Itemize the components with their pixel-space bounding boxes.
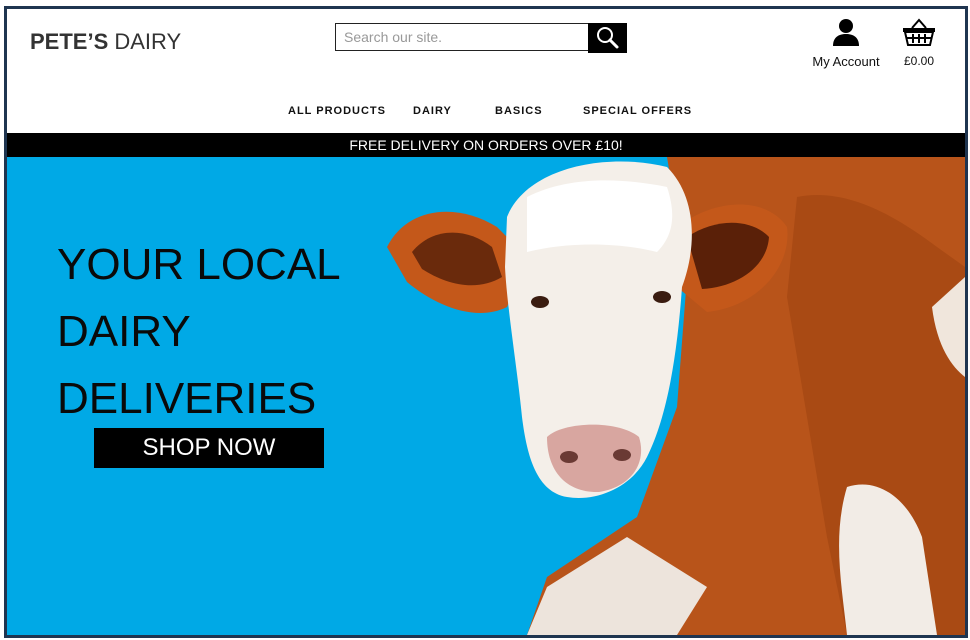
- search-icon: [597, 27, 619, 49]
- site-logo[interactable]: PETE’S DAIRY: [30, 29, 181, 55]
- my-account-label: My Account: [812, 54, 880, 69]
- basket-icon: [903, 18, 935, 46]
- nav-item-all-products[interactable]: ALL PRODUCTS: [288, 105, 386, 117]
- hero-headline-line-2: DAIRY: [57, 307, 191, 356]
- hero-section: YOUR LOCAL DAIRY DELIVERIES SHOP NOW: [7, 157, 965, 635]
- search-button[interactable]: [588, 23, 627, 53]
- promo-banner-text: FREE DELIVERY ON ORDERS OVER £10!: [349, 137, 623, 153]
- hero-headline-line-3: DELIVERIES: [57, 374, 317, 423]
- promo-banner: FREE DELIVERY ON ORDERS OVER £10!: [7, 133, 965, 157]
- search-form: [335, 23, 627, 53]
- nav-item-special-offers[interactable]: SPECIAL OFFERS: [583, 105, 692, 117]
- nav-item-basics[interactable]: BASICS: [495, 105, 543, 117]
- hero-headline-line-1: YOUR LOCAL: [57, 240, 341, 289]
- person-icon: [833, 19, 859, 46]
- my-account-link[interactable]: My Account: [807, 17, 885, 69]
- hero-headline: YOUR LOCAL DAIRY DELIVERIES: [57, 231, 341, 432]
- logo-light-text: DAIRY: [114, 29, 182, 54]
- shop-now-button[interactable]: SHOP NOW: [94, 428, 324, 468]
- basket-total: £0.00: [903, 54, 935, 68]
- search-input[interactable]: [335, 23, 589, 51]
- page-frame: PETE’S DAIRY My Account: [4, 6, 968, 638]
- main-nav: ALL PRODUCTS DAIRY BASICS SPECIAL OFFERS: [7, 105, 965, 129]
- site-header: PETE’S DAIRY My Account: [7, 9, 965, 133]
- basket-link[interactable]: £0.00: [895, 17, 943, 68]
- nav-item-dairy[interactable]: DAIRY: [413, 105, 452, 117]
- cow-photo: [387, 157, 965, 635]
- logo-bold-text: PETE’S: [30, 29, 109, 54]
